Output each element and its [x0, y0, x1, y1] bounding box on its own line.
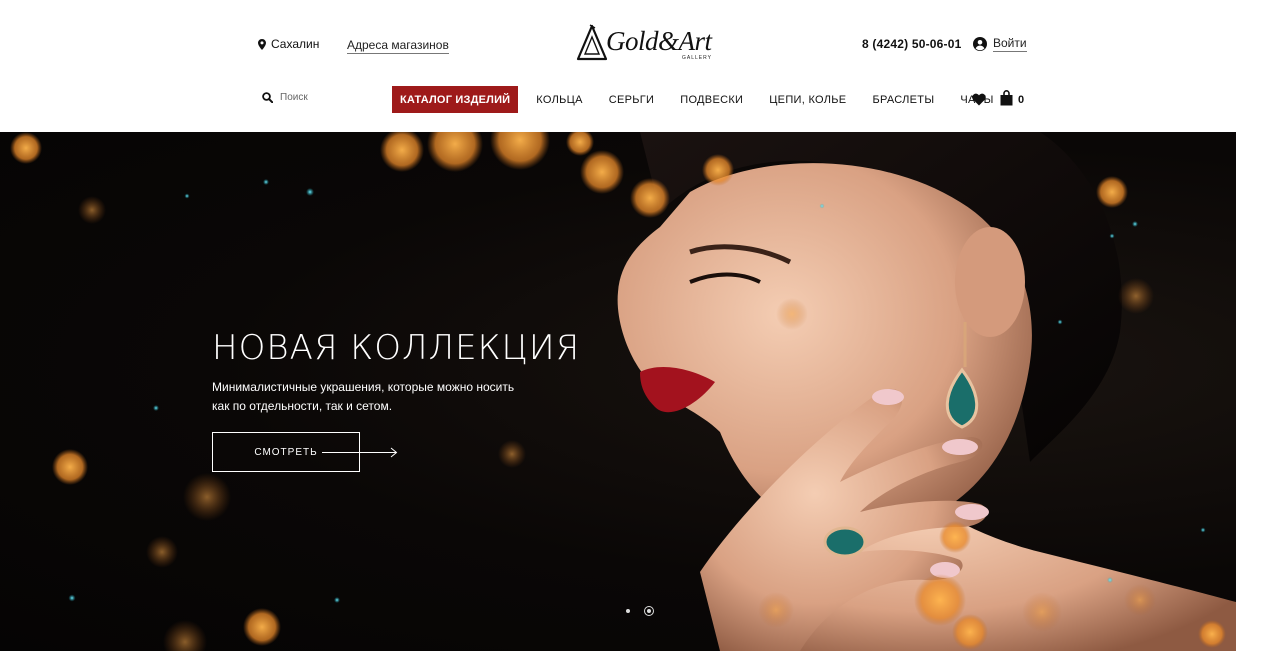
catalog-button[interactable]: КАТАЛОГ ИЗДЕЛИЙ — [392, 86, 519, 113]
search-input[interactable] — [280, 92, 390, 103]
shopping-bag-icon — [1000, 90, 1013, 106]
site-header: Сахалин Адреса магазинов Gold&Art GALLER… — [0, 0, 1280, 132]
heart-icon[interactable] — [972, 93, 986, 106]
phone-number[interactable]: 8 (4242) 50-06-01 — [862, 37, 961, 51]
logo-text: Gold&Art — [606, 25, 712, 56]
city-selector[interactable]: Сахалин — [258, 37, 319, 51]
search-icon[interactable] — [262, 92, 273, 103]
location-pin-icon — [258, 38, 266, 50]
login-label: Войти — [993, 36, 1027, 52]
logo[interactable]: Gold&Art GALLERY — [576, 22, 726, 64]
user-icon — [973, 37, 987, 51]
logo-subtitle: GALLERY — [682, 55, 712, 61]
arrow-right-icon — [322, 447, 398, 458]
cart-button[interactable]: 0 — [1000, 90, 1024, 106]
slider-dot-2[interactable] — [644, 606, 654, 616]
nav-earrings[interactable]: СЕРЬГИ — [609, 94, 655, 106]
slider-dot-1[interactable] — [626, 609, 630, 613]
nav-bracelets[interactable]: БРАСЛЕТЫ — [872, 94, 934, 106]
slider-pagination — [626, 606, 654, 616]
main-nav: КАТАЛОГ ИЗДЕЛИЙ КОЛЬЦА СЕРЬГИ ПОДВЕСКИ Ц… — [392, 86, 994, 113]
hero-image — [10, 132, 1280, 651]
stores-address-link[interactable]: Адреса магазинов — [347, 38, 449, 54]
nav-pendants[interactable]: ПОДВЕСКИ — [680, 94, 743, 106]
nav-chains-necklaces[interactable]: ЦЕПИ, КОЛЬЕ — [769, 94, 846, 106]
search-box — [262, 92, 390, 103]
nav-rings[interactable]: КОЛЬЦА — [536, 94, 582, 106]
hero-title: НОВАЯ КОЛЛЕКЦИЯ — [212, 328, 581, 368]
login-button[interactable]: Войти — [973, 36, 1027, 52]
hero-description: Минималистичные украшения, которые можно… — [212, 380, 515, 413]
city-label: Сахалин — [271, 37, 320, 51]
hero-banner: НОВАЯ КОЛЛЕКЦИЯ Минималистичные украшени… — [0, 132, 1280, 651]
cart-count: 0 — [1018, 94, 1025, 106]
logo-triangle-icon — [576, 24, 608, 61]
